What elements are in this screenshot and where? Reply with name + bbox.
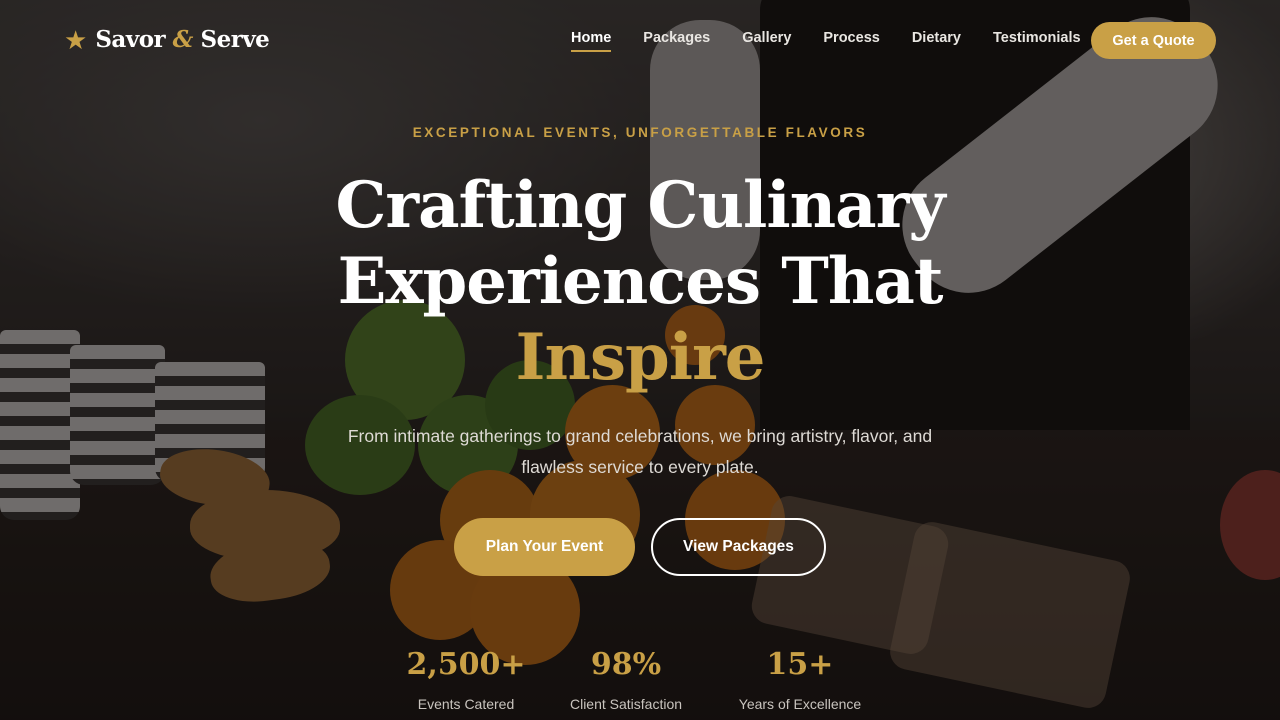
- brand-ampersand: &: [172, 26, 194, 53]
- view-packages-button[interactable]: View Packages: [651, 518, 826, 576]
- brand-logo[interactable]: ★ Savor & Serve: [64, 24, 270, 55]
- stat-years: 15+ Years of Excellence: [725, 642, 875, 712]
- headline-line-2: Experiences That: [337, 244, 944, 319]
- get-quote-button[interactable]: Get a Quote: [1091, 22, 1216, 59]
- headline-accent: Inspire: [515, 320, 766, 395]
- headline-line-1: Crafting Culinary: [335, 168, 945, 243]
- brand-name-part2: Serve: [200, 26, 270, 53]
- stat-value: 98%: [590, 647, 662, 682]
- stat-label: Client Satisfaction: [569, 696, 683, 712]
- site-header: ★ Savor & Serve Home Packages Gallery Pr…: [0, 0, 1280, 82]
- stat-value: 2,500+: [406, 647, 526, 682]
- hero-headline: Crafting Culinary Experiences That Inspi…: [0, 168, 1280, 396]
- stat-events: 2,500+ Events Catered: [396, 642, 536, 712]
- stat-value: 15+: [766, 647, 834, 682]
- nav-dietary[interactable]: Dietary: [912, 30, 961, 46]
- hero-eyebrow: EXCEPTIONAL EVENTS, UNFORGETTABLE FLAVOR…: [412, 125, 868, 140]
- star-icon: ★: [64, 24, 88, 55]
- nav-testimonials[interactable]: Testimonials: [993, 30, 1081, 46]
- plan-event-button[interactable]: Plan Your Event: [454, 518, 635, 576]
- main-nav: Home Packages Gallery Process Dietary Te…: [571, 30, 1081, 52]
- stats-row: 2,500+ Events Catered 98% Client Satisfa…: [0, 642, 1280, 720]
- brand-name-part1: Savor: [95, 26, 166, 53]
- nav-gallery[interactable]: Gallery: [742, 30, 791, 46]
- brand-name: Savor & Serve: [95, 26, 269, 53]
- nav-process[interactable]: Process: [823, 30, 879, 46]
- stat-satisfaction: 98% Client Satisfaction: [556, 642, 696, 712]
- nav-packages[interactable]: Packages: [643, 30, 710, 46]
- stat-label: Events Catered: [417, 696, 515, 712]
- hero-subtitle: From intimate gatherings to grand celebr…: [347, 426, 933, 477]
- nav-home[interactable]: Home: [571, 30, 612, 52]
- stat-label: Years of Excellence: [738, 696, 862, 712]
